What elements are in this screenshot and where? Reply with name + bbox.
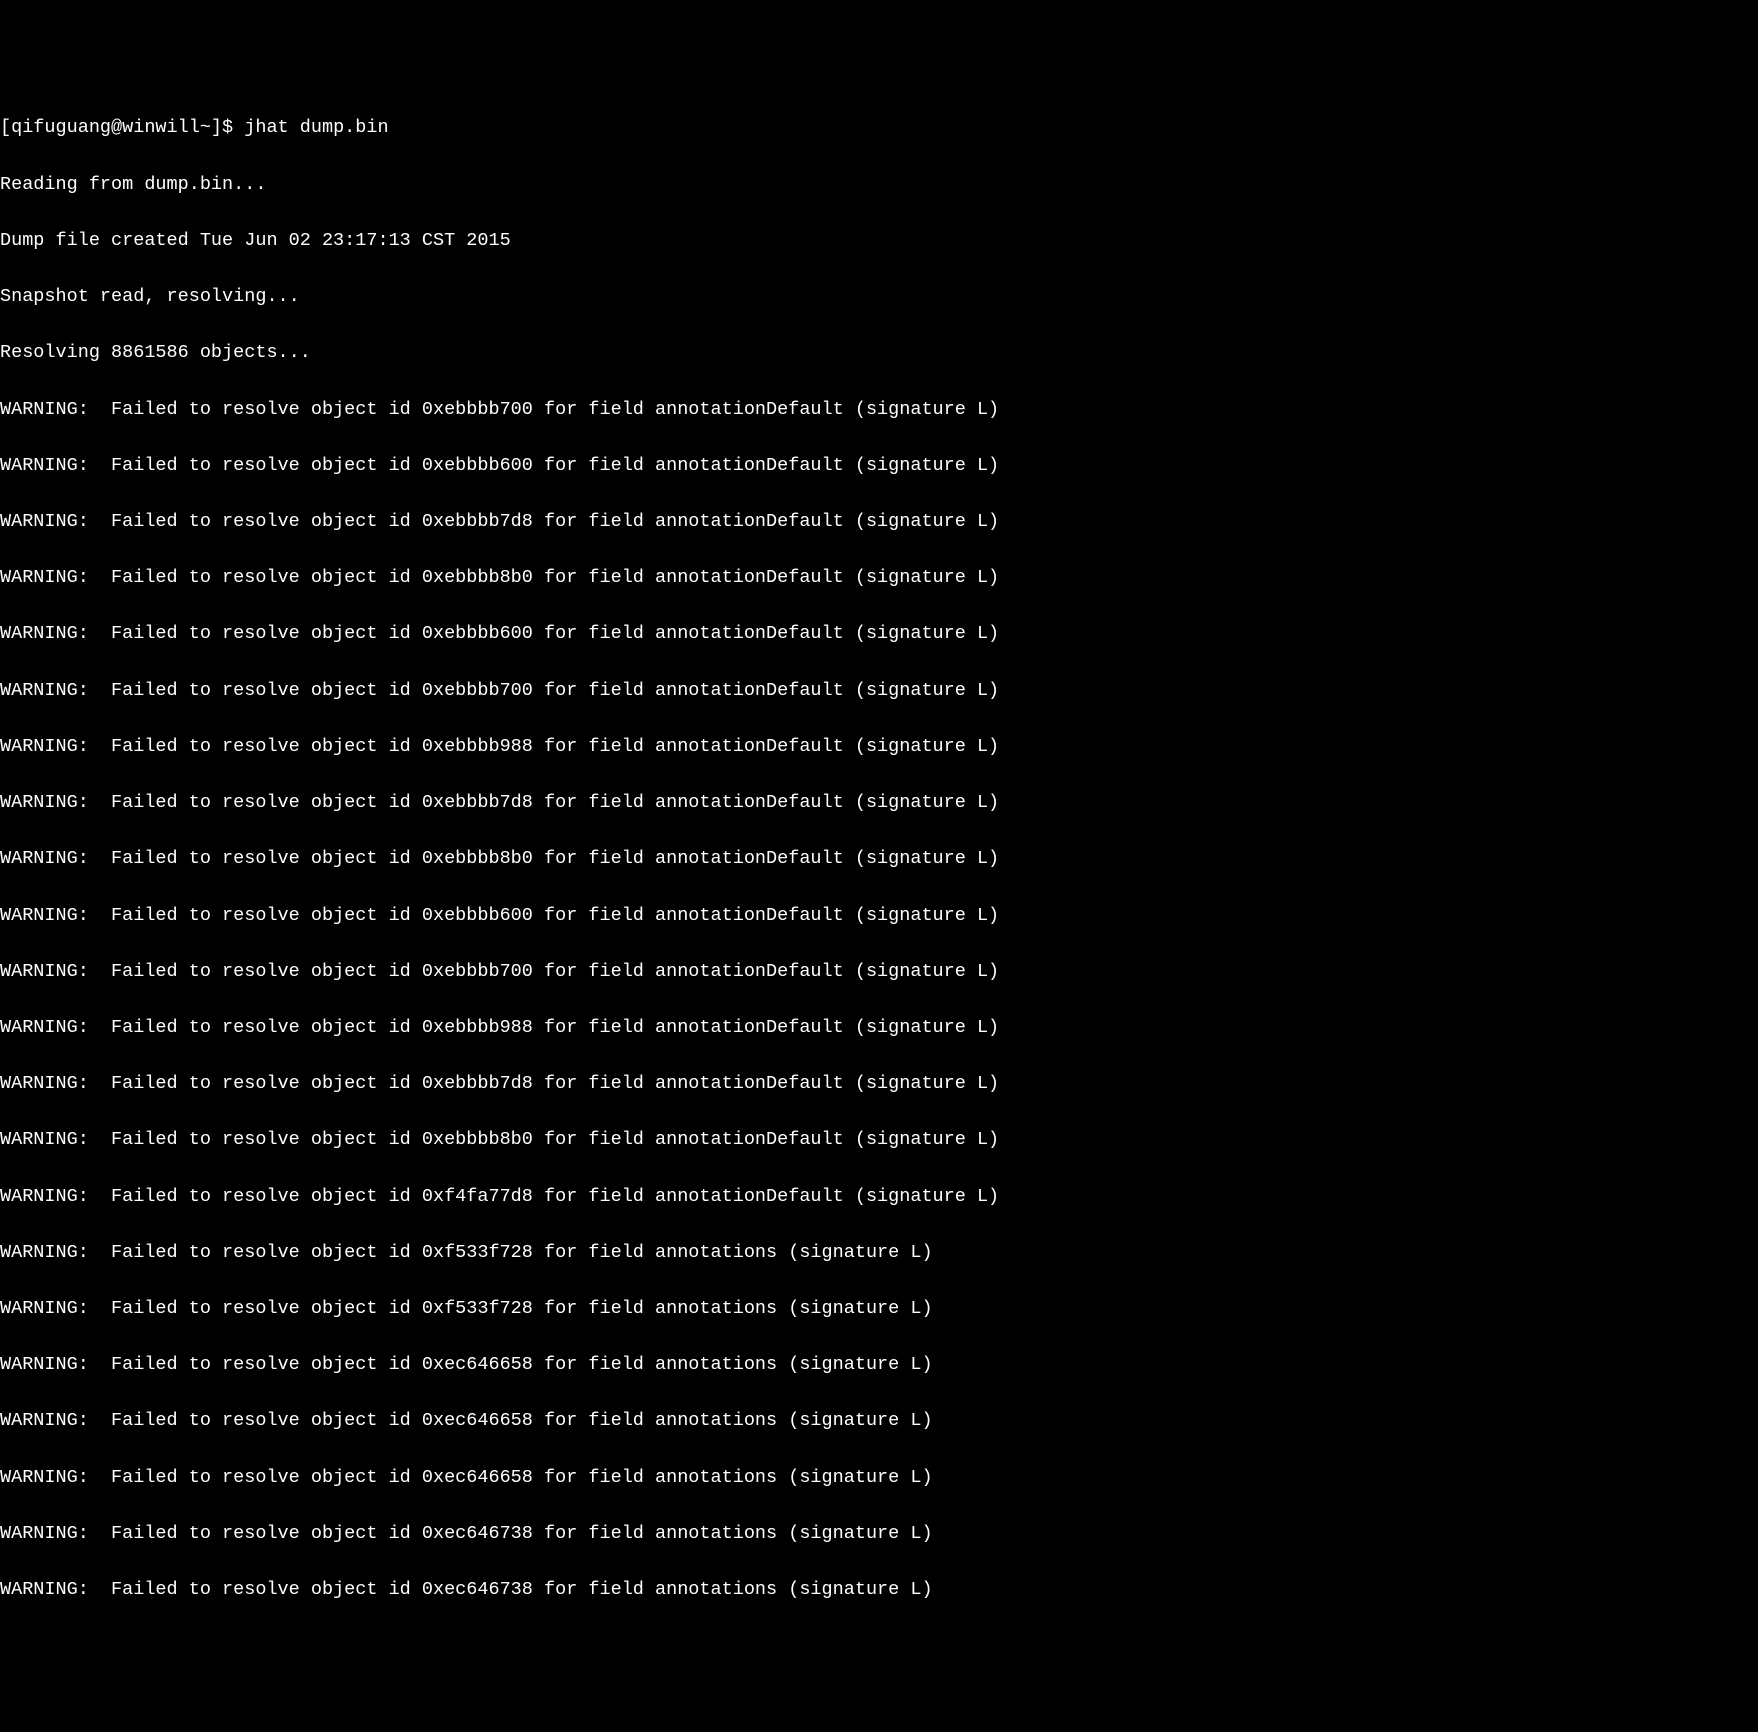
warning-line: WARNING: Failed to resolve object id 0xe… — [0, 620, 1758, 648]
warning-line: WARNING: Failed to resolve object id 0xe… — [0, 1407, 1758, 1435]
warning-line: WARNING: Failed to resolve object id 0xe… — [0, 733, 1758, 761]
command-text: jhat dump.bin — [244, 117, 388, 138]
warning-line: WARNING: Failed to resolve object id 0xe… — [0, 1351, 1758, 1379]
warning-line: WARNING: Failed to resolve object id 0xe… — [0, 1070, 1758, 1098]
output-line: Resolving 8861586 objects... — [0, 339, 1758, 367]
prompt-user-host: [qifuguang@winwill~]$ — [0, 117, 244, 138]
warning-line: WARNING: Failed to resolve object id 0xe… — [0, 789, 1758, 817]
command-line[interactable]: [qifuguang@winwill~]$ jhat dump.bin — [0, 114, 1758, 142]
warning-line: WARNING: Failed to resolve object id 0xf… — [0, 1295, 1758, 1323]
warning-line: WARNING: Failed to resolve object id 0xe… — [0, 508, 1758, 536]
warning-line: WARNING: Failed to resolve object id 0xe… — [0, 1464, 1758, 1492]
warning-line: WARNING: Failed to resolve object id 0xe… — [0, 1576, 1758, 1604]
warning-line: WARNING: Failed to resolve object id 0xe… — [0, 564, 1758, 592]
warning-line: WARNING: Failed to resolve object id 0xe… — [0, 396, 1758, 424]
warning-line: WARNING: Failed to resolve object id 0xe… — [0, 452, 1758, 480]
warning-line: WARNING: Failed to resolve object id 0xe… — [0, 958, 1758, 986]
warning-line: WARNING: Failed to resolve object id 0xe… — [0, 1520, 1758, 1548]
warning-line: WARNING: Failed to resolve object id 0xe… — [0, 845, 1758, 873]
warning-line: WARNING: Failed to resolve object id 0xe… — [0, 1126, 1758, 1154]
warning-line: WARNING: Failed to resolve object id 0xf… — [0, 1239, 1758, 1267]
output-line: Dump file created Tue Jun 02 23:17:13 CS… — [0, 227, 1758, 255]
warning-line: WARNING: Failed to resolve object id 0xf… — [0, 1183, 1758, 1211]
warning-line: WARNING: Failed to resolve object id 0xe… — [0, 1014, 1758, 1042]
output-line: Reading from dump.bin... — [0, 171, 1758, 199]
warning-line: WARNING: Failed to resolve object id 0xe… — [0, 677, 1758, 705]
output-line: Snapshot read, resolving... — [0, 283, 1758, 311]
warning-line: WARNING: Failed to resolve object id 0xe… — [0, 902, 1758, 930]
